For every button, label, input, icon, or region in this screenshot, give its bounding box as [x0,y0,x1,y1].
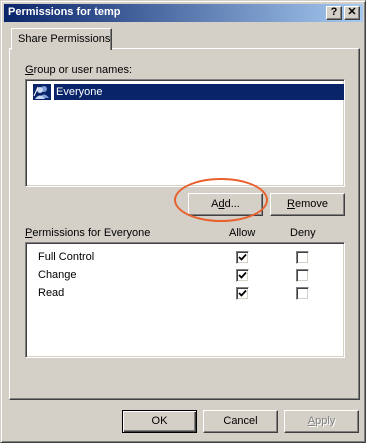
remove-button[interactable]: Remove [270,193,345,216]
permission-name: Read [38,287,65,299]
permission-name: Change [38,269,77,281]
close-icon: ✕ [347,6,357,18]
permissions-dialog: Permissions for temp ? ✕ Share Permissio… [0,0,366,443]
table-row: Read [38,286,334,302]
user-item-everyone[interactable]: Everyone [54,84,344,100]
allow-full-control-checkbox[interactable] [236,251,249,264]
tab-label: Share Permissions [18,33,111,45]
title-bar[interactable]: Permissions for temp ? ✕ [4,4,363,22]
checkmark-icon [238,289,247,297]
add-button[interactable]: Add... [188,193,263,216]
checkmark-icon [238,271,247,279]
help-icon: ? [330,6,338,18]
tab-share-permissions[interactable]: Share Permissions [11,28,112,50]
checkmark-icon [238,253,247,261]
deny-change-checkbox[interactable] [296,269,309,282]
group-users-icon [33,84,51,100]
deny-full-control-checkbox[interactable] [296,251,309,264]
users-list-label: Group or user names: [25,64,132,76]
permissions-label: Permissions for Everyone [25,227,151,239]
deny-column-header: Deny [290,227,316,239]
users-listbox[interactable]: Everyone [25,79,345,187]
close-button[interactable]: ✕ [344,6,360,20]
permissions-list: Full Control Change Read [25,242,345,358]
window-title: Permissions for temp [8,6,121,18]
allow-column-header: Allow [229,227,256,239]
allow-read-checkbox[interactable] [236,287,249,300]
deny-read-checkbox[interactable] [296,287,309,300]
allow-change-checkbox[interactable] [236,269,249,282]
table-row: Change [38,268,334,284]
permission-name: Full Control [38,251,95,263]
cancel-button[interactable]: Cancel [203,410,278,433]
list-item[interactable]: Everyone [30,84,344,100]
ok-button[interactable]: OK [122,410,197,433]
table-row: Full Control [38,250,334,266]
apply-button[interactable]: Apply [284,410,359,433]
help-button[interactable]: ? [326,6,342,20]
